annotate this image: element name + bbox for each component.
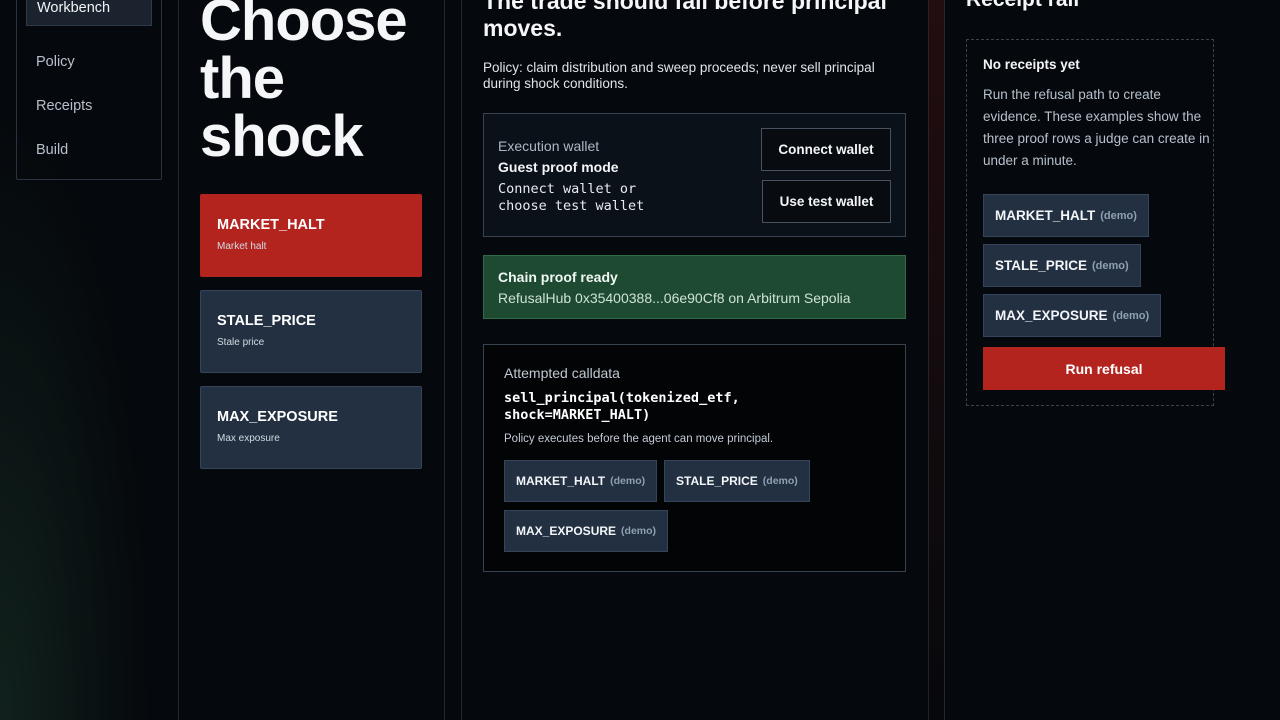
chip-code: STALE_PRICE	[676, 474, 758, 488]
calldata-note: Policy executes before the agent can mov…	[504, 433, 774, 445]
nav-item-build[interactable]: Build	[26, 132, 152, 168]
wallet-label: Execution wallet	[498, 138, 600, 154]
empty-state-title: No receipts yet	[983, 57, 1080, 72]
chip-tag: (demo)	[1112, 309, 1150, 322]
nav-item-policy[interactable]: Policy	[26, 44, 152, 80]
shock-code: STALE_PRICE	[217, 313, 316, 329]
calldata-label: Attempted calldata	[504, 365, 620, 381]
column-divider	[461, 0, 462, 720]
connect-wallet-button[interactable]: Connect wallet	[761, 128, 891, 171]
demo-chip-max-exposure[interactable]: MAX_EXPOSURE (demo)	[504, 510, 669, 552]
calldata-code: sell_principal(tokenized_etf, shock=MARK…	[504, 390, 740, 423]
column-divider	[444, 0, 445, 720]
shock-label: Market halt	[217, 241, 267, 252]
chain-proof-banner: Chain proof ready RefusalHub 0x35400388.…	[483, 255, 906, 319]
policy-text: Policy: claim distribution and sweep pro…	[483, 60, 875, 91]
shock-code: MARKET_HALT	[217, 217, 325, 233]
chain-proof-title: Chain proof ready	[498, 269, 618, 285]
wallet-mode: Guest proof mode	[498, 159, 619, 175]
use-test-wallet-button[interactable]: Use test wallet	[762, 180, 891, 223]
shock-card-max-exposure[interactable]: MAX_EXPOSURE Max exposure	[200, 386, 422, 469]
main-heading: The trade should fail before principal m…	[483, 0, 887, 41]
column-divider	[944, 0, 945, 720]
shock-code: MAX_EXPOSURE	[217, 409, 338, 425]
shock-label: Stale price	[217, 337, 265, 348]
demo-chip-market-halt[interactable]: MARKET_HALT (demo)	[504, 460, 658, 502]
chip-code: MAX_EXPOSURE	[516, 524, 617, 538]
receipt-chip-stale-price[interactable]: STALE_PRICE (demo)	[983, 244, 1141, 287]
chip-code: MARKET_HALT	[516, 474, 606, 488]
column-divider	[178, 0, 179, 720]
chip-tag: (demo)	[621, 525, 657, 537]
demo-chip-stale-price[interactable]: STALE_PRICE (demo)	[664, 460, 810, 502]
calldata-panel: Attempted calldata sell_principal(tokeni…	[483, 344, 906, 572]
chip-code: MARKET_HALT	[995, 208, 1096, 223]
wallet-panel: Execution wallet Guest proof mode Connec…	[483, 113, 906, 237]
empty-state-description: Run the refusal path to create evidence.…	[983, 87, 1210, 168]
chip-code: MAX_EXPOSURE	[995, 308, 1108, 323]
chip-tag: (demo)	[1092, 259, 1129, 272]
receipt-chip-max-exposure[interactable]: MAX_EXPOSURE (demo)	[983, 294, 1162, 337]
receipt-chip-market-halt[interactable]: MARKET_HALT (demo)	[983, 194, 1149, 237]
shock-card-stale-price[interactable]: STALE_PRICE Stale price	[200, 290, 422, 373]
chain-proof-detail: RefusalHub 0x35400388...06e90Cf8 on Arbi…	[498, 290, 851, 306]
nav-item-workbench[interactable]: Workbench	[26, 0, 152, 26]
chip-code: STALE_PRICE	[995, 258, 1088, 273]
chip-tag: (demo)	[1100, 209, 1137, 222]
shock-panel-title: Choose the shock	[200, 0, 408, 169]
chip-tag: (demo)	[762, 475, 798, 487]
run-refusal-button[interactable]: Run refusal	[983, 347, 1225, 390]
chip-tag: (demo)	[610, 475, 646, 487]
rail-gutter	[928, 0, 944, 720]
wallet-status: Connect wallet or choose test wallet	[498, 181, 645, 214]
sidebar-nav: Workbench Policy Receipts Build	[16, 0, 162, 180]
receipt-rail-title: Receipt rail	[966, 0, 1079, 12]
shock-card-market-halt[interactable]: MARKET_HALT Market halt	[200, 194, 422, 277]
receipt-rail-panel: No receipts yet Run the refusal path to …	[966, 39, 1225, 406]
nav-item-receipts[interactable]: Receipts	[26, 88, 152, 124]
shock-label: Max exposure	[217, 433, 280, 444]
